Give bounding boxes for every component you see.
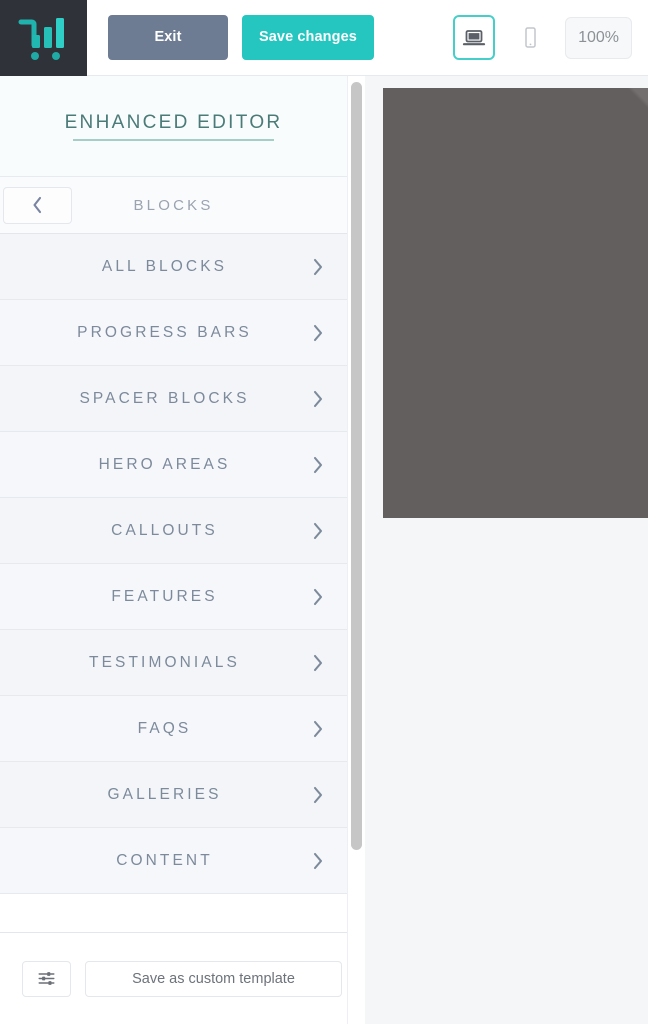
desktop-view-button[interactable] <box>453 15 496 60</box>
block-category-progress-bars[interactable]: PROGRESS BARS <box>0 300 347 366</box>
block-category-list: ALL BLOCKS PROGRESS BARS SPACER BLOCKS H… <box>0 234 347 932</box>
top-toolbar: Exit Save changes 100% <box>0 0 648 76</box>
hero-image-placeholder[interactable] <box>383 88 648 518</box>
chevron-right-icon <box>313 258 323 275</box>
chevron-right-icon <box>313 522 323 539</box>
exit-button[interactable]: Exit <box>108 15 228 60</box>
app-logo[interactable] <box>0 0 87 76</box>
block-category-testimonials[interactable]: TESTIMONIALS <box>0 630 347 696</box>
save-changes-button[interactable]: Save changes <box>242 15 374 60</box>
editor-app: Exit Save changes 100% ENHANCED EDITOR B… <box>0 0 648 1024</box>
back-button[interactable] <box>3 186 72 224</box>
chevron-right-icon <box>313 654 323 671</box>
chevron-right-icon <box>313 324 323 341</box>
laptop-icon <box>462 29 486 45</box>
cart-bars-logo-icon <box>18 17 64 60</box>
preview-pane[interactable] <box>365 76 648 1024</box>
zoom-level-button[interactable]: 100% <box>565 16 632 59</box>
list-item-label: FEATURES <box>111 587 218 605</box>
chevron-right-icon <box>313 390 323 407</box>
block-category-callouts[interactable]: CALLOUTS <box>0 498 347 564</box>
toolbar-actions: Exit Save changes <box>87 15 374 60</box>
chevron-right-icon <box>313 456 323 473</box>
page-title: ENHANCED EDITOR <box>65 112 283 141</box>
settings-button[interactable] <box>22 960 71 997</box>
mobile-phone-icon <box>525 26 536 48</box>
list-item-label: SPACER BLOCKS <box>79 389 250 407</box>
chevron-right-icon <box>313 588 323 605</box>
chevron-right-icon <box>313 720 323 737</box>
editor-body: ENHANCED EDITOR BLOCKS ALL BLOCKS PROGRE… <box>0 76 648 1024</box>
block-category-hero-areas[interactable]: HERO AREAS <box>0 432 347 498</box>
list-item-label: GALLERIES <box>107 785 222 803</box>
chevron-left-icon <box>33 196 42 214</box>
blocks-panel-header: BLOCKS <box>0 177 347 234</box>
sidebar-scrollbar-track[interactable] <box>347 76 365 1024</box>
mobile-view-button[interactable] <box>509 15 552 60</box>
chevron-right-icon <box>313 852 323 869</box>
block-category-features[interactable]: FEATURES <box>0 564 347 630</box>
block-category-galleries[interactable]: GALLERIES <box>0 762 347 828</box>
preview-canvas <box>365 76 648 1024</box>
block-category-faqs[interactable]: FAQS <box>0 696 347 762</box>
block-category-spacer-blocks[interactable]: SPACER BLOCKS <box>0 366 347 432</box>
sliders-icon <box>38 972 55 985</box>
list-item-label: CONTENT <box>116 851 213 869</box>
list-item-label: PROGRESS BARS <box>77 323 252 341</box>
chevron-right-icon <box>313 786 323 803</box>
hero-corner-sheen <box>528 88 648 308</box>
sidebar-scrollbar-thumb[interactable] <box>351 82 362 850</box>
viewport-controls: 100% <box>453 15 648 60</box>
list-item-label: ALL BLOCKS <box>101 257 228 275</box>
block-category-all-blocks[interactable]: ALL BLOCKS <box>0 234 347 300</box>
list-item-label: TESTIMONIALS <box>89 653 240 671</box>
sidebar-scroll-area: ENHANCED EDITOR BLOCKS ALL BLOCKS PROGRE… <box>0 76 347 932</box>
sidebar-footer: Save as custom template <box>0 932 364 1024</box>
editor-title-bar: ENHANCED EDITOR <box>0 76 347 177</box>
list-item-label: CALLOUTS <box>111 521 218 539</box>
list-item-label: HERO AREAS <box>98 455 231 473</box>
list-item-label: FAQS <box>137 719 192 737</box>
block-category-partial-row[interactable] <box>0 894 347 932</box>
block-category-content[interactable]: CONTENT <box>0 828 347 894</box>
blocks-sidebar: ENHANCED EDITOR BLOCKS ALL BLOCKS PROGRE… <box>0 76 365 1024</box>
save-as-custom-template-button[interactable]: Save as custom template <box>85 960 342 997</box>
